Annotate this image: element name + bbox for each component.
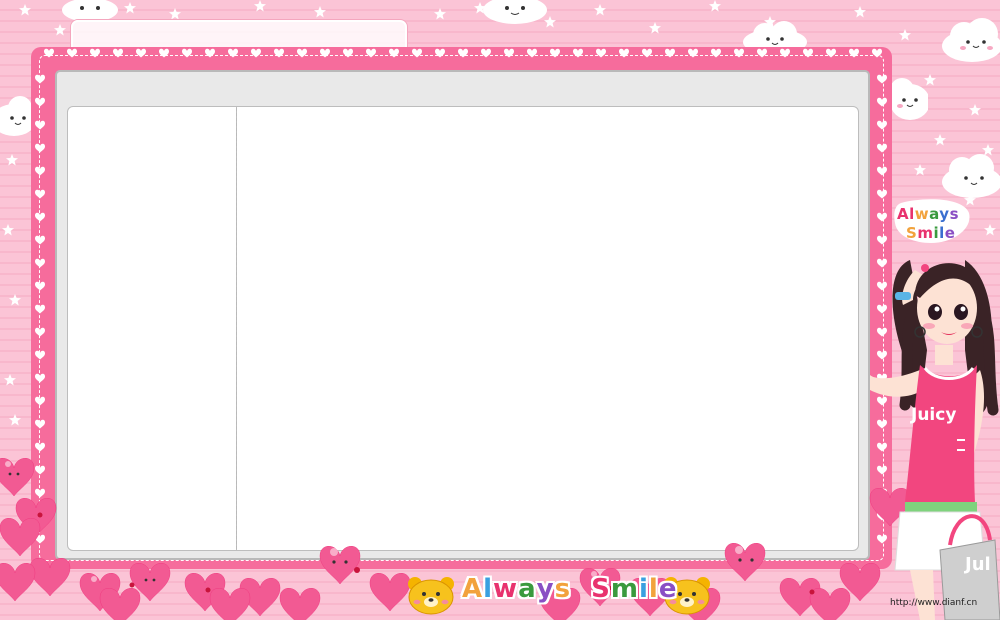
heart-icon [366, 48, 376, 58]
heart-icon [458, 48, 468, 58]
letter: y [939, 205, 950, 223]
heart-icon [803, 48, 813, 58]
cloud-icon [890, 78, 928, 120]
girl-illustration: Juicy Jul [870, 260, 1000, 620]
heart-icon [90, 48, 100, 58]
watermark-url: http://www.dianf.cn [890, 598, 978, 608]
heart-icon [826, 48, 836, 58]
heart-icon [44, 48, 54, 58]
heart-icon [596, 48, 606, 58]
footer-slogan: Always Smile [462, 574, 677, 604]
heart-icon [228, 48, 238, 58]
heart-icon [389, 48, 399, 58]
heart-icon [274, 48, 284, 58]
heart-icon [35, 235, 45, 245]
letter: S [591, 574, 611, 604]
heart-icon [35, 281, 45, 291]
callout-word-smile: Smile [906, 224, 955, 242]
heart-icon [35, 419, 45, 429]
letter: a [929, 205, 940, 223]
heart-icon [35, 97, 45, 107]
heart-icon [182, 48, 192, 58]
letter: m [610, 574, 639, 604]
heart-icon [550, 48, 560, 58]
footer-word-smile: Smile [591, 574, 677, 604]
heart-icon [877, 212, 887, 222]
heart-icon [573, 48, 583, 58]
heart-icon [35, 189, 45, 199]
heart-icon [642, 48, 652, 58]
heart-icon [35, 373, 45, 383]
letter: i [639, 574, 649, 604]
heart-icon [35, 350, 45, 360]
cloud-icon [942, 18, 1000, 62]
heart-icon [113, 48, 123, 58]
heart-icon [136, 48, 146, 58]
heart-icon [35, 143, 45, 153]
heart-icon [757, 48, 767, 58]
shirt-text: Juicy [910, 405, 956, 425]
heart-icon [35, 304, 45, 314]
letter: A [897, 205, 910, 223]
heart-icon [711, 48, 721, 58]
heart-icon [504, 48, 514, 58]
cloud-icon [483, 0, 547, 24]
heart-icon [35, 212, 45, 222]
heart-icon [877, 189, 887, 199]
letter: l [648, 574, 659, 604]
cloud-icon [942, 154, 1000, 198]
heart-icon [35, 396, 45, 406]
heart-icon [35, 166, 45, 176]
heart-icon [734, 48, 744, 58]
heart-icon [251, 48, 261, 58]
heart-icon [343, 48, 353, 58]
heart-icon [849, 48, 859, 58]
heart-icon [877, 120, 887, 130]
letter: A [462, 574, 484, 604]
letter: a [518, 574, 537, 604]
bag-text: Jul [963, 554, 991, 575]
heart-icon [688, 48, 698, 58]
callout-word-always: Always [897, 205, 959, 223]
letter: S [906, 224, 918, 242]
cloud-icon [62, 0, 118, 22]
heart-icon [877, 143, 887, 153]
heart-icon [665, 48, 675, 58]
letter: w [914, 205, 930, 223]
heart-icon [481, 48, 491, 58]
letter: s [554, 574, 572, 604]
heart-icon [35, 258, 45, 268]
bear-icon [408, 577, 454, 615]
heart-icon [35, 74, 45, 84]
heart-icon [35, 327, 45, 337]
heart-icon [877, 166, 887, 176]
heart-icon [320, 48, 330, 58]
letter: m [917, 224, 934, 242]
letter: y [536, 574, 555, 604]
heart-icon [435, 48, 445, 58]
heart-icon [297, 48, 307, 58]
heart-icon [67, 48, 77, 58]
heart-icon [780, 48, 790, 58]
letter: s [949, 205, 960, 223]
heart-icon [35, 120, 45, 130]
heart-icon [205, 48, 215, 58]
heart-icon [412, 48, 422, 58]
heart-icon [159, 48, 169, 58]
heart-icon [527, 48, 537, 58]
footer-word-always: Always [462, 574, 571, 604]
letter: e [944, 224, 956, 242]
heart-icon [877, 74, 887, 84]
heart-icon [877, 97, 887, 107]
letter: e [658, 574, 678, 604]
letter: w [493, 574, 519, 604]
heart-icon [619, 48, 629, 58]
heart-icon [872, 48, 882, 58]
letter: l [483, 574, 494, 604]
